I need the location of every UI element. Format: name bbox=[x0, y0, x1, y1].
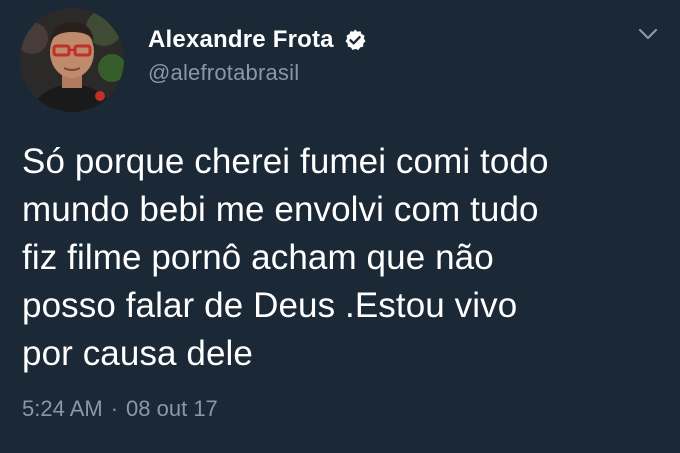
tweet-card: Alexandre Frota @alefrotabrasil Só porqu… bbox=[0, 0, 680, 453]
meta-separator: · bbox=[110, 396, 119, 421]
display-name[interactable]: Alexandre Frota bbox=[148, 26, 334, 54]
handle[interactable]: @alefrotabrasil bbox=[148, 60, 367, 86]
chevron-down-icon[interactable] bbox=[636, 22, 660, 46]
verified-badge-icon bbox=[343, 28, 367, 52]
tweet-time[interactable]: 5:24 AM bbox=[22, 396, 103, 422]
tweet-meta: 5:24 AM · 08 out 17 bbox=[22, 396, 218, 422]
profile-photo-icon bbox=[20, 8, 124, 112]
avatar[interactable] bbox=[20, 8, 124, 112]
author-block: Alexandre Frota @alefrotabrasil bbox=[148, 24, 367, 86]
tweet-date[interactable]: 08 out 17 bbox=[126, 396, 218, 422]
name-row: Alexandre Frota bbox=[148, 24, 367, 56]
tweet-text: Só porque cherei fumei comi todo mundo b… bbox=[22, 142, 549, 373]
